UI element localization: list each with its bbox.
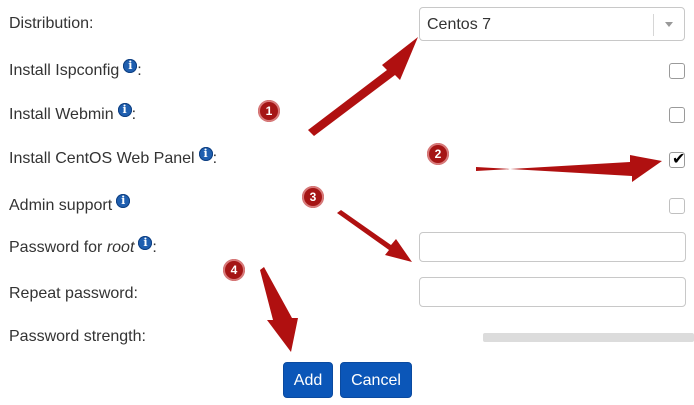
cwp-label-suffix: : — [212, 150, 218, 167]
cwp-label: Install CentOS Web Panel i : — [9, 147, 218, 169]
checkmark-icon: ✔ — [672, 149, 686, 168]
cancel-button[interactable]: Cancel — [340, 362, 412, 398]
password-label-suffix: : — [152, 239, 157, 256]
admin-support-label-text: Admin support — [9, 197, 113, 214]
add-button[interactable]: Add — [283, 362, 333, 398]
arrow-3 — [337, 210, 412, 262]
password-label-prefix: Password for — [9, 239, 103, 256]
webmin-label: Install Webmin i : — [9, 103, 137, 125]
password-label-user: root — [106, 239, 135, 256]
repeat-password-label-text: Repeat password: — [9, 285, 138, 302]
ispconfig-label: Install Ispconfig i : — [9, 59, 142, 81]
annotation-badge-3: 3 — [302, 186, 324, 208]
info-icon[interactable]: i — [117, 103, 132, 117]
ispconfig-checkbox[interactable] — [669, 63, 685, 79]
password-label: Password for root i : — [9, 236, 157, 258]
password-strength-bar — [483, 333, 694, 342]
repeat-password-input[interactable] — [419, 277, 686, 307]
distribution-select-value: Centos 7 — [427, 16, 492, 33]
arrow-4 — [260, 267, 298, 352]
chevron-down-icon[interactable] — [665, 22, 673, 27]
admin-support-checkbox[interactable] — [669, 198, 685, 214]
password-strength-label-text: Password strength: — [9, 328, 146, 345]
cwp-checkbox[interactable]: ✔ — [669, 149, 686, 168]
select-divider — [653, 14, 654, 36]
arrow-2 — [476, 155, 662, 182]
info-icon[interactable]: i — [198, 147, 213, 161]
distribution-select[interactable]: Centos 7 — [419, 7, 685, 41]
info-icon[interactable]: i — [138, 236, 153, 250]
annotation-badge-4: 4 — [223, 259, 245, 281]
password-input[interactable] — [419, 232, 686, 262]
info-icon[interactable]: i — [123, 59, 138, 73]
arrow-1 — [308, 37, 418, 136]
webmin-checkbox[interactable] — [669, 107, 685, 123]
cwp-label-text: Install CentOS Web Panel — [9, 150, 195, 167]
repeat-password-label: Repeat password: — [9, 284, 138, 304]
password-strength-label: Password strength: — [9, 327, 146, 347]
ispconfig-label-suffix: : — [137, 62, 142, 79]
annotation-badge-2: 2 — [427, 143, 449, 165]
distribution-label: Distribution: — [9, 14, 93, 34]
distribution-label-text: Distribution: — [9, 15, 94, 32]
admin-support-label: Admin support i — [9, 194, 131, 216]
ispconfig-label-text: Install Ispconfig — [9, 62, 120, 79]
webmin-label-suffix: : — [131, 106, 137, 123]
info-icon[interactable]: i — [116, 194, 131, 208]
webmin-label-text: Install Webmin — [9, 106, 114, 123]
annotation-badge-1: 1 — [258, 100, 280, 122]
